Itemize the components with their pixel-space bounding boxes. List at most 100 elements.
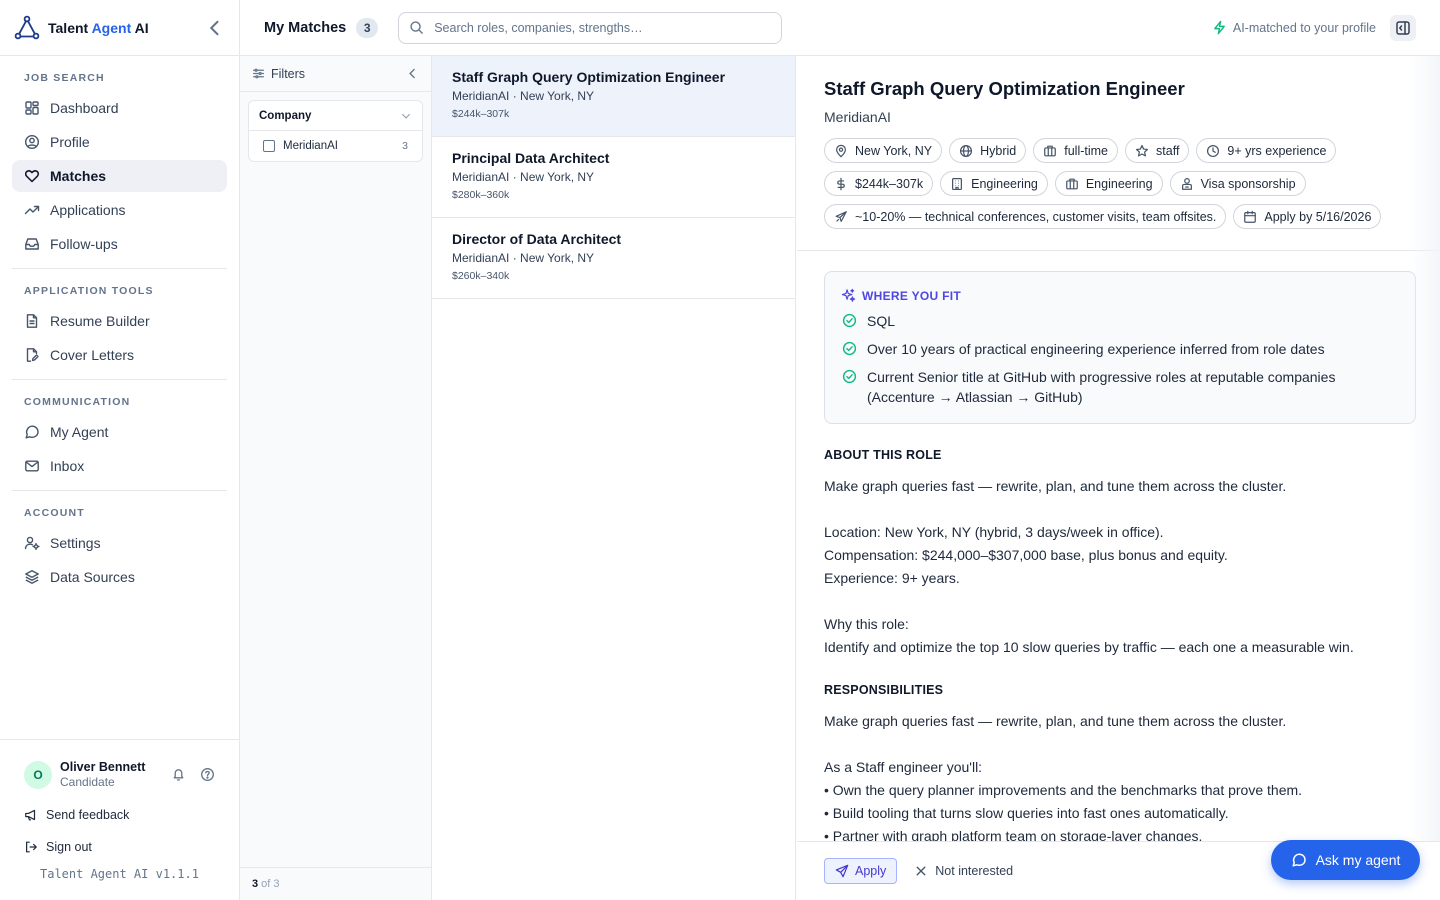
filter-option-meridianai[interactable]: MeridianAI 3 xyxy=(249,131,422,161)
job-list-item[interactable]: Director of Data Architect MeridianAI · … xyxy=(432,218,795,299)
job-salary: $260k–340k xyxy=(452,270,510,282)
user-name: Oliver Bennett xyxy=(60,760,146,774)
sidebar-item-settings[interactable]: Settings xyxy=(12,527,227,559)
sidebar-item-dashboard[interactable]: Dashboard xyxy=(12,92,227,124)
user-info: Oliver Bennett Candidate xyxy=(60,760,145,789)
apply-label: Apply xyxy=(855,864,887,878)
briefcase-icon xyxy=(1065,178,1078,189)
filter-option-label: MeridianAI xyxy=(283,140,338,152)
results-total: of 3 xyxy=(261,878,280,890)
nav-heading: JOB SEARCH xyxy=(24,72,105,84)
sidebar: Talent Agent AI JOB SEARCH Dashboard Pro… xyxy=(0,0,240,900)
send-icon xyxy=(835,864,849,878)
chat-icon xyxy=(25,425,39,439)
avatar[interactable]: O xyxy=(24,760,52,789)
nav-heading: ACCOUNT xyxy=(24,507,85,519)
job-detail-title: Staff Graph Query Optimization Engineer xyxy=(824,78,1185,99)
filters-panel: Filters Company MeridianAI 3 3 of 3 xyxy=(240,56,432,900)
search-icon xyxy=(410,21,424,34)
job-attribute-chips: New York, NY Hybrid full-time staff 9+ y… xyxy=(824,138,1414,229)
globe-icon xyxy=(960,144,973,157)
calendar-icon xyxy=(1244,210,1257,223)
job-list-item[interactable]: Principal Data Architect MeridianAI · Ne… xyxy=(432,137,795,218)
chevron-left-icon xyxy=(209,20,219,35)
chip-label: New York, NY xyxy=(855,143,933,158)
filter-checkbox[interactable] xyxy=(263,140,275,152)
chat-icon xyxy=(1292,853,1306,867)
collapse-sidebar-button[interactable] xyxy=(205,18,225,38)
sign-out-link[interactable]: Sign out xyxy=(0,831,239,863)
ask-agent-label: Ask my agent xyxy=(1315,852,1401,868)
filters-header: Filters xyxy=(240,56,431,92)
responsibilities-heading: RESPONSIBILITIES xyxy=(824,683,944,697)
sidebar-item-resume-builder[interactable]: Resume Builder xyxy=(12,305,227,337)
trending-icon xyxy=(24,205,40,215)
user-role: Candidate xyxy=(60,775,115,789)
about-role-body: Make graph queries fast — rewrite, plan,… xyxy=(824,478,1354,655)
check-circle-icon xyxy=(842,369,857,384)
job-list-item[interactable]: Staff Graph Query Optimization Engineer … xyxy=(432,56,795,137)
layers-icon xyxy=(25,570,39,584)
page-title: My Matches xyxy=(264,19,347,36)
toggle-panel-button[interactable] xyxy=(1390,14,1416,41)
sidebar-item-my-agent[interactable]: My Agent xyxy=(12,416,227,448)
star-icon xyxy=(1135,144,1149,157)
job-company-location: MeridianAI · New York, NY xyxy=(452,251,595,265)
job-salary: $280k–360k xyxy=(452,189,510,201)
sparkles-icon xyxy=(841,288,856,302)
megaphone-icon xyxy=(25,809,36,821)
results-count: 3 of 3 xyxy=(240,867,431,900)
sidebar-item-inbox[interactable]: Inbox xyxy=(12,450,227,482)
filter-group-title: Company xyxy=(259,109,312,122)
chevron-down-icon xyxy=(402,113,410,119)
job-salary: $244k–307k xyxy=(452,108,510,120)
apply-button[interactable]: Apply xyxy=(824,858,898,884)
document-icon xyxy=(26,314,38,328)
sidebar-item-label: My Agent xyxy=(50,424,109,440)
company-filter-header[interactable]: Company xyxy=(249,101,422,131)
sidebar-item-matches[interactable]: Matches xyxy=(12,160,227,192)
search-box[interactable] xyxy=(398,11,783,44)
help-icon[interactable] xyxy=(200,767,215,782)
fit-heading-label: WHERE YOU FIT xyxy=(862,288,962,303)
send-feedback-label: Send feedback xyxy=(46,808,130,822)
nav-section-application-tools: APPLICATION TOOLS Resume Builder Cover L… xyxy=(0,269,239,371)
job-detail-header: Staff Graph Query Optimization Engineer … xyxy=(797,56,1440,251)
sidebar-item-follow-ups[interactable]: Follow-ups xyxy=(12,228,227,260)
sidebar-item-cover-letters[interactable]: Cover Letters xyxy=(12,339,227,371)
match-count-badge: 3 xyxy=(356,17,379,38)
sidebar-item-label: Inbox xyxy=(50,458,85,474)
search-input[interactable] xyxy=(434,20,755,35)
send-feedback-link[interactable]: Send feedback xyxy=(0,799,239,831)
chip-label: Visa sponsorship xyxy=(1200,176,1296,191)
inbox-tray-icon xyxy=(25,238,39,250)
chip-visa: Visa sponsorship xyxy=(1169,171,1306,196)
panel-right-icon xyxy=(1396,20,1410,35)
fit-item: Current Senior title at GitHub with prog… xyxy=(841,367,1399,407)
bell-icon[interactable] xyxy=(171,767,186,782)
user-settings-icon xyxy=(24,536,40,551)
chip-label: 9+ yrs experience xyxy=(1227,143,1327,158)
sliders-icon xyxy=(253,68,264,79)
check-circle-icon xyxy=(842,313,857,328)
nav-section-account: ACCOUNT Settings Data Sources xyxy=(0,491,239,593)
chip-label: ~10-20% — technical conferences, custome… xyxy=(855,209,1217,224)
sidebar-item-label: Cover Letters xyxy=(50,347,135,363)
app-version: Talent Agent AI v1.1.1 xyxy=(40,867,199,881)
chip-work-mode: Hybrid xyxy=(949,138,1027,163)
ai-matched-indicator: AI-matched to your profile xyxy=(1212,20,1376,35)
chevron-left-icon[interactable] xyxy=(406,67,419,80)
job-title: Principal Data Architect xyxy=(452,150,610,166)
sidebar-item-data-sources[interactable]: Data Sources xyxy=(12,561,227,593)
chip-label: $244k–307k xyxy=(855,176,924,191)
user-row: O Oliver Bennett Candidate xyxy=(0,740,239,789)
sidebar-footer: O Oliver Bennett Candidate Send feedback… xyxy=(0,739,239,900)
sidebar-item-profile[interactable]: Profile xyxy=(12,126,227,158)
not-interested-button[interactable]: Not interested xyxy=(915,864,1013,878)
sidebar-item-applications[interactable]: Applications xyxy=(12,194,227,226)
ask-agent-button[interactable]: Ask my agent xyxy=(1271,840,1420,880)
fit-item: SQL xyxy=(841,311,1399,331)
sidebar-item-label: Follow-ups xyxy=(50,236,118,252)
nav-heading: COMMUNICATION xyxy=(24,396,131,408)
